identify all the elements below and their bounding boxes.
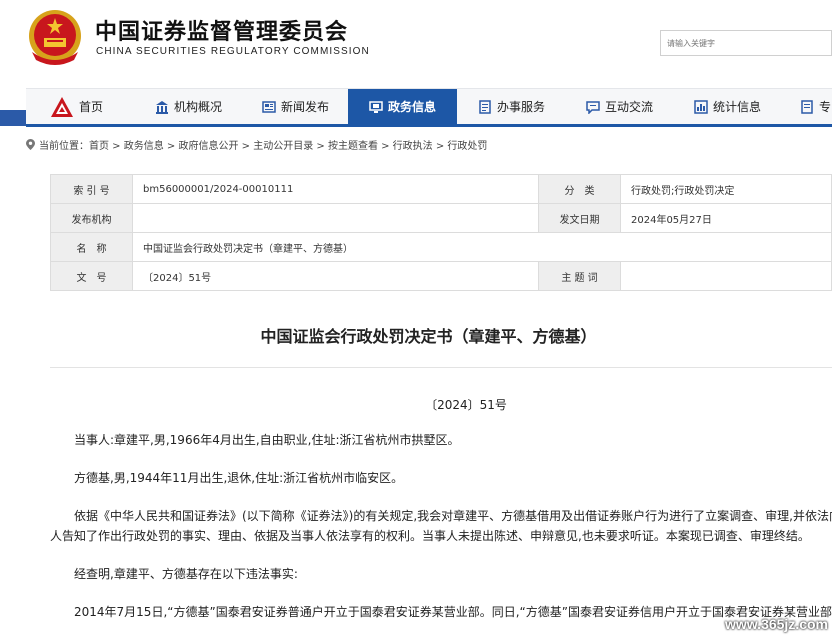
nav-item-label: 政务信息	[387, 100, 436, 114]
nav-item-label: 互动交流	[605, 100, 654, 114]
issuer-value	[132, 203, 539, 233]
nav-item-interaction[interactable]: 互动交流	[586, 89, 653, 124]
paragraph: 方德基,男,1944年11月出生,退休,住址:浙江省杭州市临安区。	[74, 471, 404, 485]
document-icon	[801, 99, 813, 114]
paragraph: 依据《中华人民共和国证券法》(以下简称《证券法》)的有关规定,我会对章建平、方德…	[74, 509, 832, 523]
building-icon	[156, 100, 168, 114]
home-logo-icon	[51, 96, 73, 117]
main-nav: 首页 机构概况 新闻发布 政务信息 办事服务 互动交流 统计信息 专	[26, 88, 832, 124]
chat-icon	[586, 100, 600, 114]
table-row: 名 称 中国证监会行政处罚决定书（章建平、方德基）	[50, 232, 832, 262]
table-row: 发布机构 发文日期 2024年05月27日	[50, 203, 832, 233]
breadcrumb: 当前位置： 首页 > 政务信息 > 政府信息公开 > 主动公开目录 > 按主题查…	[26, 137, 487, 152]
nav-underline	[26, 124, 832, 127]
paragraph: 经查明,章建平、方德基存在以下违法事实:	[74, 567, 298, 581]
keyword-label: 主 题 词	[538, 261, 621, 291]
nav-item-label: 首页	[79, 100, 104, 114]
document-info-table: 索 引 号 bm56000001/2024-00010111 分 类 行政处罚;…	[50, 174, 832, 291]
bar-chart-icon	[694, 99, 708, 114]
category-value: 行政处罚;行政处罚决定	[620, 174, 832, 204]
date-value: 2024年05月27日	[620, 203, 832, 233]
newspaper-icon	[262, 100, 276, 113]
nav-item-special[interactable]: 专	[800, 89, 831, 124]
issuer-label: 发布机构	[50, 203, 133, 233]
docnum-label: 文 号	[50, 261, 133, 291]
date-label: 发文日期	[538, 203, 621, 233]
document-number: 〔2024〕51号	[0, 396, 832, 413]
document-title-text: 中国证监会行政处罚决定书（章建平、方德基）	[260, 327, 597, 346]
nav-item-gov-info[interactable]: 政务信息	[348, 89, 457, 124]
nav-item-label: 专	[819, 100, 832, 114]
site-title: 中国证券监督管理委员会	[95, 20, 349, 45]
monitor-icon	[369, 100, 383, 113]
keyword-value	[620, 261, 832, 291]
table-row: 文 号 〔2024〕51号 主 题 词	[50, 261, 832, 291]
paragraph: 当事人:章建平,男,1966年4月出生,自由职业,住址:浙江省杭州市拱墅区。	[74, 433, 460, 447]
nav-item-home[interactable]: 首页	[50, 89, 103, 124]
paragraph: 2014年7月15日,“方德基”国泰君安证券普通户开立于国泰君安证券某营业部。同…	[74, 605, 832, 619]
site-header: 中国证券监督管理委员会 CHINA SECURITIES REGULATORY …	[0, 0, 832, 88]
national-emblem-icon	[29, 10, 81, 65]
nav-item-org[interactable]: 机构概况	[155, 89, 222, 124]
name-value: 中国证监会行政处罚决定书（章建平、方德基）	[132, 232, 832, 262]
location-pin-icon	[26, 139, 35, 150]
table-row: 索 引 号 bm56000001/2024-00010111 分 类 行政处罚;…	[50, 174, 832, 204]
name-label: 名 称	[50, 232, 133, 262]
nav-item-services[interactable]: 办事服务	[478, 89, 545, 124]
index-label: 索 引 号	[50, 174, 133, 204]
document-number-text: 〔2024〕51号	[425, 398, 507, 412]
nav-item-label: 办事服务	[497, 100, 546, 114]
nav-item-label: 统计信息	[713, 100, 762, 114]
divider	[50, 367, 832, 368]
paragraph: 人告知了作出行政处罚的事实、理由、依据及当事人依法享有的权利。当事人未提出陈述、…	[50, 529, 810, 543]
nav-item-statistics[interactable]: 统计信息	[694, 89, 761, 124]
category-label: 分 类	[538, 174, 621, 204]
breadcrumb-prefix: 当前位置：	[39, 141, 89, 152]
docnum-value: 〔2024〕51号	[132, 261, 539, 291]
document-title: 中国证监会行政处罚决定书（章建平、方德基）	[0, 323, 832, 347]
nav-item-label: 新闻发布	[281, 100, 330, 114]
document-icon	[479, 99, 491, 114]
breadcrumb-path[interactable]: 首页 > 政务信息 > 政府信息公开 > 主动公开目录 > 按主题查看 > 行政…	[89, 137, 487, 152]
nav-item-label: 机构概况	[174, 100, 223, 114]
nav-accent-strip	[0, 110, 26, 126]
nav-item-news[interactable]: 新闻发布	[262, 89, 329, 124]
index-value: bm56000001/2024-00010111	[132, 174, 539, 204]
watermark: www.365jz.com	[725, 616, 828, 632]
search-input[interactable]	[660, 30, 832, 56]
site-subtitle: CHINA SECURITIES REGULATORY COMMISSION	[96, 46, 370, 57]
